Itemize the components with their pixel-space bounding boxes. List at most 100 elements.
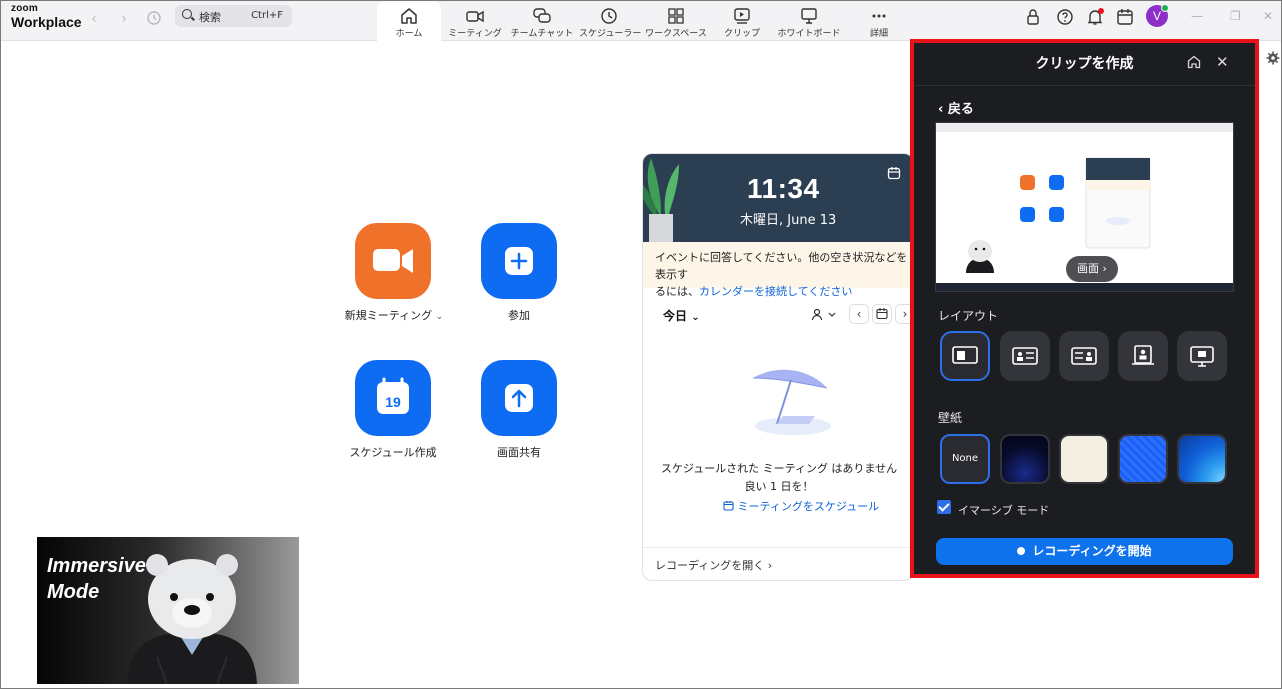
- clock-icon: [601, 8, 617, 24]
- preview-taskbar: [936, 283, 1233, 291]
- layout-camera-side-icon: [1012, 347, 1038, 365]
- date-picker-button[interactable]: [872, 304, 892, 324]
- search-shortcut: Ctrl+F: [251, 10, 283, 21]
- layout-option-5[interactable]: [1177, 331, 1227, 381]
- more-dots-icon: [872, 14, 886, 18]
- new-meeting-button[interactable]: [355, 223, 431, 299]
- join-button[interactable]: [481, 223, 557, 299]
- layout-option-2[interactable]: [1000, 331, 1050, 381]
- open-recordings-link[interactable]: レコーディングを開く ›: [655, 557, 772, 573]
- notice-prefix: るには、: [655, 285, 699, 298]
- tab-whiteboards[interactable]: ホワイトボード: [777, 1, 841, 41]
- immersive-mode-checkbox[interactable]: [937, 500, 951, 514]
- logo-text-bottom: Workplace: [11, 14, 82, 30]
- layout-option-4[interactable]: [1118, 331, 1168, 381]
- zoom-workplace-logo: zoom Workplace: [11, 4, 82, 30]
- previous-day-button[interactable]: ‹: [849, 304, 869, 324]
- lock-tray-icon[interactable]: [1023, 7, 1043, 27]
- search-label: 検索: [199, 11, 221, 24]
- tab-home[interactable]: ホーム: [377, 1, 441, 42]
- layout-option-3[interactable]: [1059, 331, 1109, 381]
- card-hero: 11:34 木曜日, June 13: [643, 154, 913, 242]
- clip-play-icon: [734, 8, 750, 24]
- chevron-down-icon: ⌄: [691, 312, 700, 323]
- new-meeting-label: 新規ミーティング ⌄: [339, 307, 449, 323]
- contact-filter-icon[interactable]: [811, 308, 837, 322]
- history-icon[interactable]: [145, 10, 163, 28]
- panel-title: クリップを作成: [1035, 56, 1134, 72]
- connect-calendar-link[interactable]: カレンダーを接続してください: [699, 285, 852, 298]
- tab-scheduler[interactable]: スケジューラー: [579, 1, 641, 41]
- notice-line-1: イベントに回答してください。他の空き状況などを表示す: [655, 251, 908, 281]
- layout-option-1[interactable]: [940, 331, 990, 381]
- wallpaper-cream[interactable]: [1059, 434, 1109, 484]
- calendar-icon: [876, 308, 888, 320]
- calendar-tray-icon[interactable]: [1115, 7, 1135, 27]
- back-arrow-icon[interactable]: ‹: [85, 10, 103, 28]
- wallpaper-blue-waves[interactable]: [1177, 434, 1227, 484]
- video-camera-icon: [373, 249, 413, 273]
- wallpaper-none[interactable]: None: [940, 434, 990, 484]
- start-recording-label: レコーディングを開始: [1032, 544, 1152, 558]
- window-close-button[interactable]: ✕: [1263, 9, 1273, 23]
- tab-meetings[interactable]: ミーティング: [446, 1, 504, 41]
- tab-label: ミーティング: [448, 29, 502, 39]
- bear-avatar: [127, 554, 257, 684]
- have-a-good-day-text: 良い 1 日を！: [744, 480, 814, 493]
- start-recording-button[interactable]: レコーディングを開始: [936, 538, 1233, 565]
- tab-more[interactable]: 詳細: [857, 1, 901, 41]
- notification-bell-icon[interactable]: [1085, 7, 1105, 27]
- minimize-button[interactable]: —: [1191, 9, 1203, 23]
- open-recordings-text: レコーディングを開く: [655, 559, 765, 572]
- schedule-meeting-link-text: ミーティングをスケジュール: [737, 500, 880, 513]
- chevron-down-icon[interactable]: ⌄: [436, 312, 444, 322]
- no-meetings-text: スケジュールされた ミーティング はありません: [660, 462, 898, 475]
- wallpaper-dark-navy[interactable]: [1000, 434, 1050, 484]
- home-icon[interactable]: [1186, 54, 1202, 70]
- chevron-right-icon: ›: [1102, 262, 1107, 275]
- share-screen-button[interactable]: [481, 360, 557, 436]
- forward-arrow-icon[interactable]: ›: [115, 10, 133, 28]
- video-camera-icon: [466, 10, 484, 23]
- tab-team-chat[interactable]: チームチャット: [509, 1, 575, 41]
- schedule-meeting-link[interactable]: ミーティングをスケジュール: [723, 498, 879, 514]
- back-button[interactable]: ‹ 戻る: [938, 98, 974, 117]
- restore-button[interactable]: ❐: [1230, 9, 1241, 23]
- tab-workspaces[interactable]: ワークスペース: [644, 1, 708, 41]
- wallpaper-heading: 壁紙: [938, 411, 963, 425]
- close-icon[interactable]: ✕: [1216, 53, 1229, 71]
- clock-date: 木曜日, June 13: [740, 213, 837, 228]
- tab-clips[interactable]: クリップ: [717, 1, 767, 41]
- gear-icon[interactable]: [1266, 51, 1280, 65]
- calendar-add-icon[interactable]: [887, 166, 901, 180]
- grid-icon: [668, 8, 684, 24]
- help-icon[interactable]: [1055, 7, 1075, 27]
- wallpaper-blue-pattern[interactable]: [1118, 434, 1168, 484]
- source-selector[interactable]: 画面 ›: [1066, 256, 1118, 282]
- tab-label: 詳細: [869, 29, 888, 39]
- panel-header: クリップを作成 ✕: [914, 43, 1255, 83]
- layout-camera-right-icon: [1071, 347, 1097, 365]
- tab-label: クリップ: [723, 29, 760, 39]
- whiteboard-icon: [801, 8, 817, 24]
- notice-line-2: るには、カレンダーを接続してください: [655, 283, 913, 300]
- tab-label: ワークスペース: [645, 29, 707, 39]
- online-status-dot: [1161, 4, 1169, 12]
- panel-divider: [914, 85, 1255, 86]
- join-label: 参加: [508, 309, 530, 322]
- search-box[interactable]: 検索 Ctrl+F: [175, 5, 292, 27]
- tab-label: ホーム: [395, 29, 423, 39]
- upload-arrow-icon: [505, 384, 533, 412]
- clock-time: 11:34: [747, 173, 820, 204]
- create-clip-panel: クリップを作成 ✕ ‹ 戻る 画面 › レイアウト 壁紙 None イマーシブ …: [910, 39, 1259, 578]
- layout-heading: レイアウト: [938, 309, 999, 323]
- schedule-button[interactable]: 19: [355, 360, 431, 436]
- back-label: 戻る: [947, 102, 974, 117]
- today-dropdown[interactable]: 今日 ⌄: [663, 307, 700, 324]
- new-meeting-text: 新規ミーティング: [344, 309, 433, 322]
- home-icon: [401, 8, 417, 24]
- chevron-left-icon: ‹: [938, 102, 948, 117]
- plant-illustration: [643, 158, 679, 242]
- tab-label: ホワイトボード: [777, 29, 841, 39]
- record-dot-icon: [1017, 547, 1026, 555]
